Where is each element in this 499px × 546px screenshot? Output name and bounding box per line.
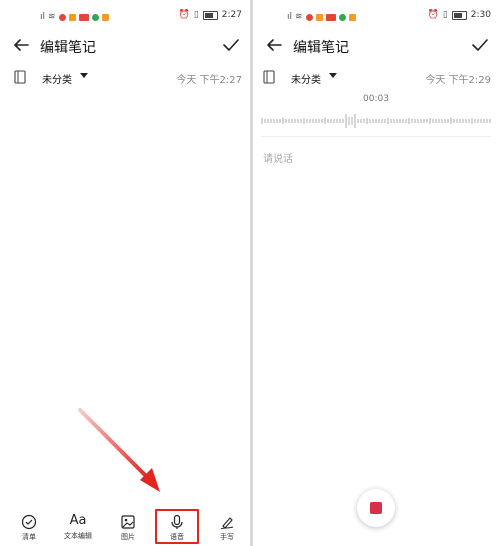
bottom-toolbar: 清单 Aa 文本编辑 图片 语音 手写 — [0, 508, 250, 546]
handwriting-icon — [220, 517, 234, 530]
vibrate-icon: ▯ — [193, 10, 199, 20]
notification-icon — [58, 13, 66, 21]
handwriting-button[interactable]: 手写 — [204, 508, 250, 546]
signal-icon: ıl — [287, 12, 293, 22]
audio-waveform — [261, 114, 491, 128]
right-screen: ıl ≋ ⏰ ▯ 2:30 编辑笔记 未分类 今天 下午2:29 00:03 请… — [253, 0, 499, 546]
wifi-icon: ≋ — [295, 12, 303, 22]
app-notification-icon — [78, 13, 89, 21]
waveform-divider — [261, 136, 491, 137]
app-notification-icon — [348, 13, 356, 21]
stop-recording-button[interactable] — [357, 489, 395, 527]
notification-icon — [305, 13, 313, 21]
app-notification-icon — [338, 13, 346, 21]
app-notification-icon — [68, 13, 76, 21]
recording-duration: 00:03 — [363, 94, 389, 104]
app-notification-icon — [101, 13, 109, 21]
page-title: 编辑笔记 — [40, 40, 96, 56]
highlight-box — [155, 509, 199, 544]
app-bar: 编辑笔记 — [253, 30, 499, 60]
handwriting-label: 手写 — [220, 533, 234, 541]
battery-icon — [202, 10, 218, 20]
note-timestamp: 今天 下午2:29 — [425, 75, 491, 86]
page-title: 编辑笔记 — [293, 40, 349, 56]
save-check-icon[interactable] — [471, 36, 489, 54]
stop-icon — [370, 502, 382, 514]
dropdown-arrow-icon[interactable] — [329, 73, 337, 78]
status-time: 2:27 — [221, 10, 242, 20]
checklist-icon — [21, 514, 37, 530]
alarm-icon: ⏰ — [178, 10, 190, 20]
image-button[interactable]: 图片 — [105, 508, 151, 546]
category-selector[interactable]: 未分类 — [42, 71, 72, 86]
dropdown-arrow-icon[interactable] — [80, 73, 88, 78]
checklist-label: 清单 — [22, 533, 36, 541]
battery-icon — [451, 10, 467, 20]
note-meta-row: 未分类 今天 下午2:27 — [0, 68, 250, 88]
image-icon — [121, 515, 135, 529]
text-edit-button[interactable]: Aa 文本编辑 — [55, 508, 101, 546]
back-arrow-icon[interactable] — [265, 36, 283, 54]
image-label: 图片 — [121, 533, 135, 541]
back-arrow-icon[interactable] — [12, 36, 30, 54]
alarm-icon: ⏰ — [427, 10, 439, 20]
left-screen: ıl ≋ ⏰ ▯ 2:27 编辑笔记 未分类 今天 下午2:27 清单 Aa 文… — [0, 0, 250, 546]
status-icons: ıl ≋ — [40, 12, 109, 22]
checklist-button[interactable]: 清单 — [6, 508, 52, 546]
status-right: ⏰ ▯ 2:27 — [179, 10, 242, 20]
save-check-icon[interactable] — [222, 36, 240, 54]
app-notification-icon — [91, 13, 99, 21]
vibrate-icon: ▯ — [442, 10, 448, 20]
notebook-icon — [14, 70, 26, 84]
text-format-icon: Aa — [69, 513, 87, 528]
category-selector[interactable]: 未分类 — [291, 71, 321, 86]
text-edit-label: 文本编辑 — [64, 532, 92, 540]
signal-icon: ıl — [40, 12, 46, 22]
wifi-icon: ≋ — [48, 12, 56, 22]
app-notification-icon — [325, 13, 336, 21]
status-bar: ıl ≋ ⏰ ▯ 2:27 — [0, 0, 250, 34]
app-bar: 编辑笔记 — [0, 30, 250, 60]
notebook-icon — [263, 70, 275, 84]
app-notification-icon — [315, 13, 323, 21]
speech-prompt: 请说话 — [263, 154, 293, 165]
status-time: 2:30 — [470, 10, 491, 20]
status-right: ⏰ ▯ 2:30 — [428, 10, 491, 20]
note-meta-row: 未分类 今天 下午2:29 — [253, 68, 499, 88]
note-timestamp: 今天 下午2:27 — [176, 75, 242, 86]
status-bar: ıl ≋ ⏰ ▯ 2:30 — [253, 0, 499, 34]
status-icons: ıl ≋ — [287, 12, 356, 22]
